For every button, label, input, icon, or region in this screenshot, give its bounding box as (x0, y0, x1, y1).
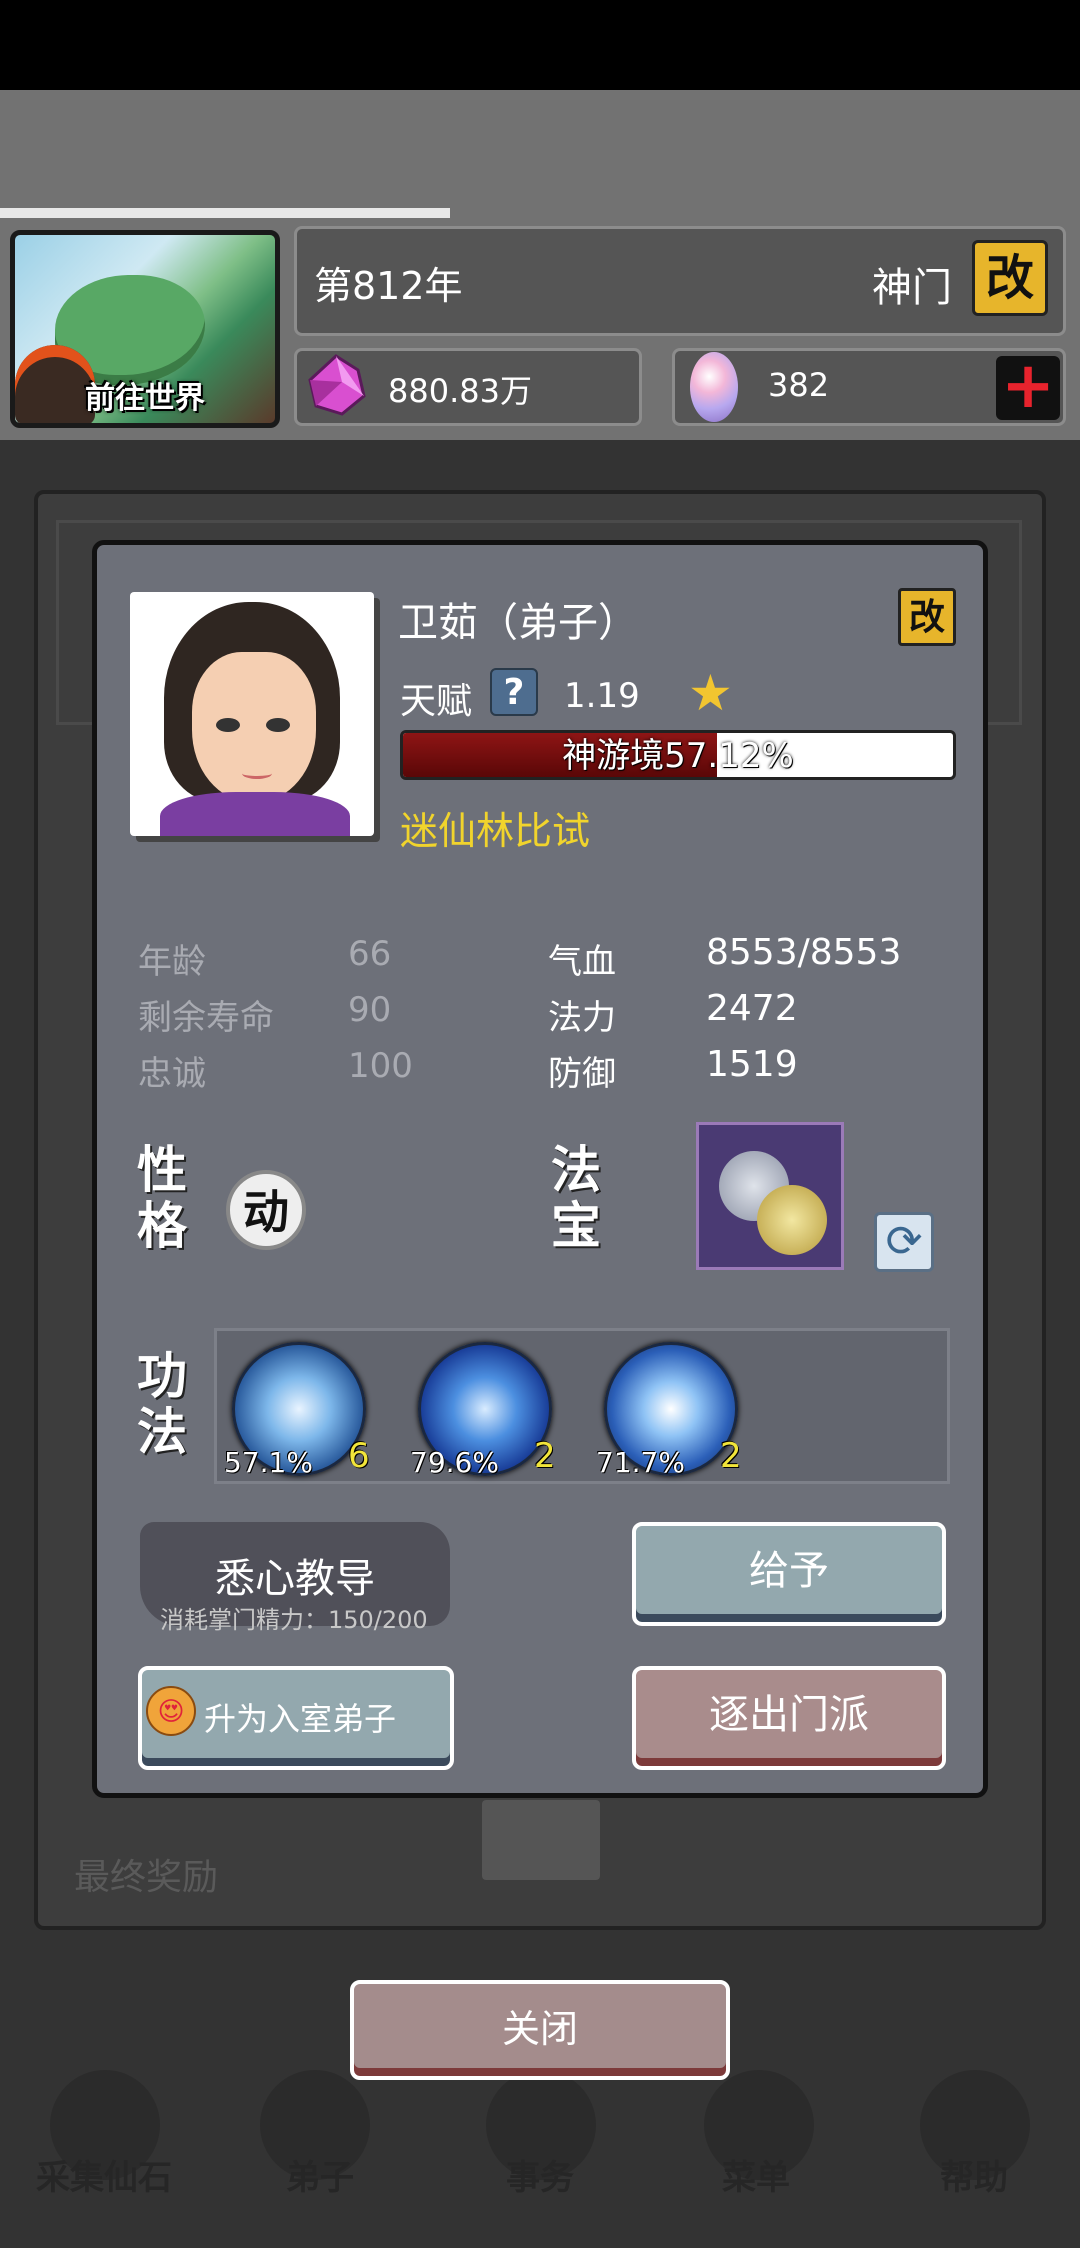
world-map-label: 前往世界 (85, 381, 205, 416)
sect-name: 神门 (872, 265, 952, 311)
stat-defense-label: 防御 (548, 1054, 616, 1094)
rename-sect-button[interactable]: 改 (972, 240, 1048, 316)
treasure-orb-icon (757, 1185, 827, 1255)
give-button[interactable]: 给予 (632, 1522, 946, 1626)
stat-lifespan-value: 90 (348, 990, 392, 1030)
portrait-eye (266, 718, 290, 732)
skill-progress: 79.6% (410, 1446, 499, 1479)
promote-label: 升为入室弟子 (204, 1700, 397, 1738)
skill-progress: 57.1% (224, 1446, 313, 1479)
personality-label: 性 格 (132, 1142, 192, 1254)
stat-loyalty-label: 忠诚 (138, 1054, 206, 1094)
personality-label-char: 格 (137, 1197, 187, 1255)
stat-lifespan-label: 剩余寿命 (138, 998, 274, 1038)
treasure-slot[interactable] (696, 1122, 844, 1270)
disciple-name: 卫茹（弟子） (398, 600, 638, 646)
realm-progress-text: 神游境57.12% (562, 736, 794, 776)
portrait-face (192, 652, 316, 802)
stat-hp-label: 气血 (548, 942, 616, 982)
stat-mana-value: 2472 (706, 988, 798, 1029)
nav-help: 帮助 (940, 2158, 1008, 2198)
teach-label: 悉心教导 (215, 1556, 375, 1602)
stat-defense-value: 1519 (706, 1044, 798, 1085)
background-slot (482, 1800, 600, 1880)
stat-age-label: 年龄 (138, 942, 206, 982)
skills-label-char: 功 (137, 1347, 187, 1405)
talent-star-icon: ★ (688, 664, 733, 722)
year-text: 第812年 (314, 264, 463, 308)
final-reward-label: 最终奖励 (74, 1857, 219, 1898)
skills-label: 功 法 (132, 1348, 192, 1460)
realm-progress-bar: 神游境57.12% (400, 730, 956, 780)
spirit-stone-icon (308, 354, 366, 416)
stat-age-value: 66 (348, 934, 392, 974)
world-map-button[interactable]: 前往世界 (10, 230, 280, 428)
spirit-stone-count: 880.83万 (388, 372, 532, 410)
talent-label: 天赋 (400, 681, 473, 722)
nav-disciple: 弟子 (286, 2158, 354, 2198)
teach-cost: 消耗掌门精力：150/200 (160, 1606, 428, 1634)
portrait-robe (160, 792, 350, 836)
treasure-label: 法 宝 (546, 1142, 606, 1254)
current-event: 迷仙林比试 (400, 809, 591, 853)
disciple-portrait (130, 592, 374, 836)
portrait-mouth (242, 768, 272, 779)
stat-hp-value: 8553/8553 (706, 932, 902, 973)
skill-level: 2 (720, 1436, 742, 1476)
skill-level: 6 (348, 1436, 370, 1476)
stat-mana-label: 法力 (548, 998, 616, 1038)
swap-treasure-button[interactable]: ⟳ (874, 1212, 934, 1272)
stat-loyalty-value: 100 (348, 1046, 413, 1086)
expel-button[interactable]: 逐出门派 (632, 1666, 946, 1770)
portrait-eye (216, 718, 240, 732)
personality-badge[interactable]: 动 (226, 1170, 306, 1250)
close-button[interactable]: 关闭 (350, 1980, 730, 2080)
spirit-egg-icon (690, 352, 738, 422)
rename-disciple-button[interactable]: 改 (898, 588, 956, 646)
refresh-icon: ⟳ (885, 1216, 923, 1267)
treasure-label-char: 法 (551, 1141, 601, 1199)
loading-progress-line (0, 208, 450, 218)
skills-label-char: 法 (137, 1403, 187, 1461)
add-egg-button[interactable]: + (996, 354, 1060, 420)
talent-help-button[interactable]: ? (490, 668, 538, 716)
heart-eyes-icon: 😍 (146, 1686, 196, 1736)
personality-label-char: 性 (137, 1141, 187, 1199)
nav-menu: 菜单 (722, 2158, 790, 2198)
talent-value: 1.19 (564, 676, 640, 716)
treasure-label-char: 宝 (551, 1197, 601, 1255)
skill-progress: 71.7% (596, 1446, 685, 1479)
nav-affairs: 事务 (506, 2158, 574, 2198)
nav-gather: 采集仙石 (36, 2158, 172, 2198)
skill-level: 2 (534, 1436, 556, 1476)
status-bar (0, 0, 1080, 90)
egg-count: 382 (768, 366, 830, 404)
